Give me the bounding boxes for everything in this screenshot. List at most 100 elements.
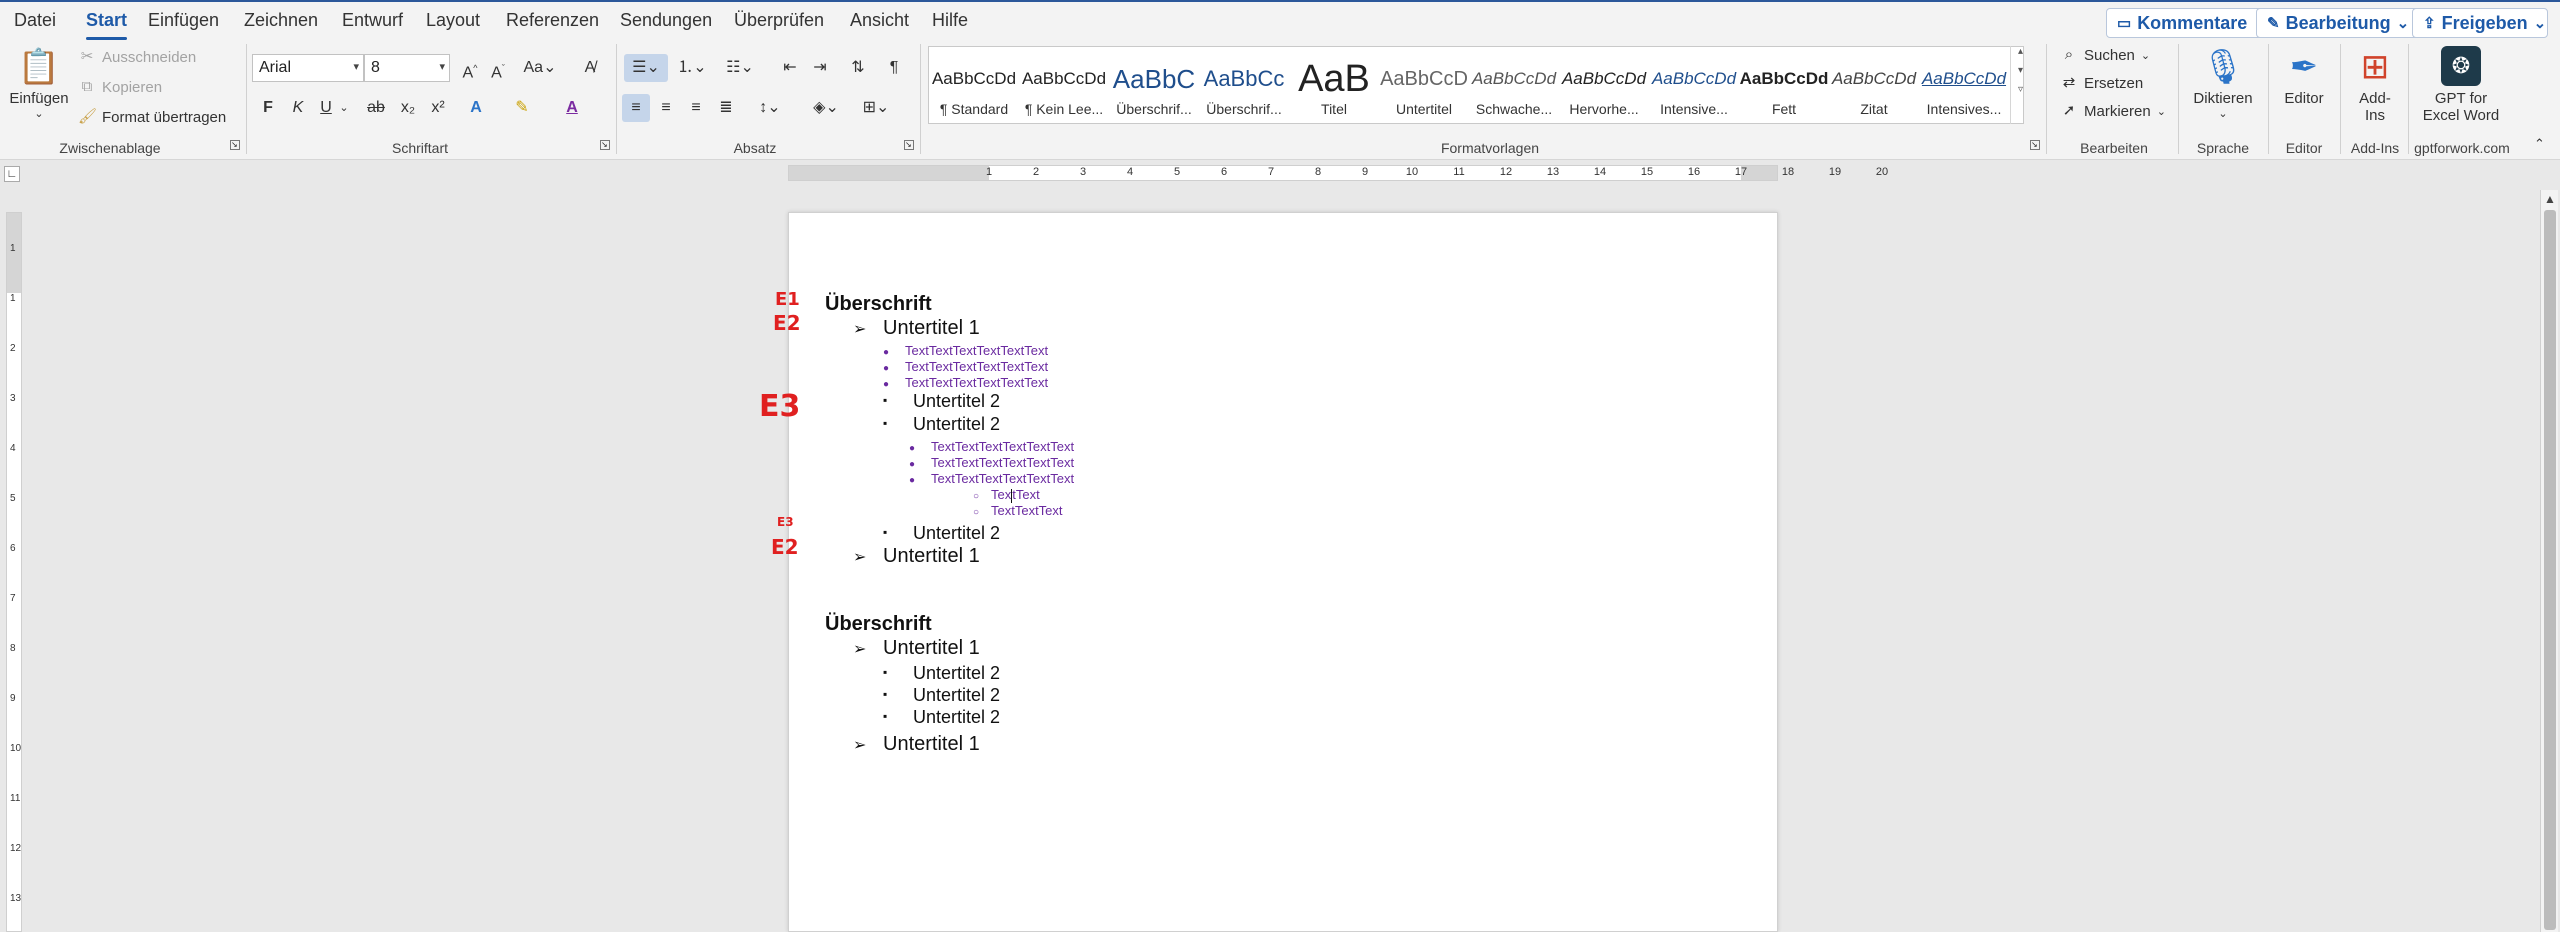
clear-formatting-icon[interactable]: A̸ — [576, 54, 604, 82]
copy-button[interactable]: ⧉ Kopieren — [78, 78, 162, 96]
strikethrough-button[interactable]: ab — [362, 94, 390, 122]
tab-sendungen[interactable]: Sendungen — [620, 10, 712, 31]
annotation-e3-small: E3 — [777, 515, 794, 529]
ruler-number: 8 — [1314, 166, 1322, 178]
comments-button[interactable]: ▭ Kommentare — [2106, 8, 2276, 38]
editing-mode-button[interactable]: ✎ Bearbeitung ⌄ — [2256, 8, 2436, 38]
horizontal-ruler[interactable]: 1 2 3 4 5 6 7 8 9 10 11 12 13 14 15 16 17 18 19 20 — [788, 165, 1888, 181]
dialog-launcher-icon[interactable]: ↘ — [600, 140, 610, 150]
body-text-with-cursor[interactable]: TextText — [991, 487, 1040, 503]
replace-button[interactable]: ⇄ Ersetzen — [2060, 74, 2144, 92]
addins-button[interactable]: ⊞ Add- Ins — [2346, 44, 2404, 124]
body-text: TextTextTextTextTextText — [905, 375, 1049, 390]
subscript-button[interactable]: x₂ — [394, 94, 422, 122]
scroll-up-icon[interactable]: ▲ — [2544, 192, 2556, 206]
square-bullet-icon: ▪ — [883, 393, 888, 407]
style-intensive-hervorhebung[interactable]: AaBbCcDd Intensive... — [1649, 47, 1739, 125]
style-kein-leerraum[interactable]: AaBbCcDd ¶ Kein Lee... — [1019, 47, 1109, 125]
search-icon: ⌕ — [2064, 46, 2074, 63]
document-page[interactable]: E1 E2 E3 E3 E2 Überschrift ➢ Untertitel … — [759, 212, 1778, 932]
justify-icon[interactable]: ≣ — [712, 94, 740, 122]
style-intensives-zitat[interactable]: AaBbCcDd Intensives... — [1919, 47, 2009, 125]
divider — [246, 44, 247, 154]
chevron-up-icon[interactable]: ▴ — [2011, 46, 2030, 57]
align-right-icon[interactable]: ≡ — [682, 94, 710, 122]
tab-start[interactable]: Start — [86, 10, 128, 40]
font-size-field[interactable]: 8 ▾ — [364, 54, 450, 82]
style-titel[interactable]: AaB Titel — [1289, 47, 1379, 125]
dialog-launcher-icon[interactable]: ↘ — [2030, 140, 2040, 150]
expand-gallery-icon[interactable]: ▿ — [2011, 84, 2030, 95]
style-untertitel[interactable]: AaBbCcD Untertitel — [1379, 47, 1469, 125]
paste-button[interactable]: 📋 Einfügen ⌄ — [8, 44, 70, 120]
align-center-icon[interactable]: ≡ — [652, 94, 680, 122]
find-button[interactable]: ⌕ Suchen ⌄ — [2060, 46, 2150, 64]
subtitle-1: Untertitel 1 — [883, 733, 980, 755]
font-color-icon[interactable]: A — [558, 94, 586, 122]
increase-indent-icon[interactable]: ⇥ — [806, 54, 834, 82]
divider — [2268, 44, 2269, 154]
vertical-ruler[interactable]: 1 1 2 3 4 5 6 7 8 9 10 11 12 13 — [6, 212, 22, 932]
align-left-icon[interactable]: ≡ — [622, 94, 650, 122]
format-painter-button[interactable]: 🖌 Format übertragen — [78, 108, 226, 126]
dictate-button[interactable]: 🎙 Diktieren ⌄ — [2184, 44, 2262, 120]
style-schwache-hervorhebung[interactable]: AaBbCcDd Schwache... — [1469, 47, 1559, 125]
style-hervorhebung[interactable]: AaBbCcDd Hervorhe... — [1559, 47, 1649, 125]
decrease-indent-icon[interactable]: ⇤ — [776, 54, 804, 82]
shading-icon[interactable]: ◈⌄ — [806, 94, 846, 122]
style-ueberschrift-1[interactable]: AaBbC Überschrif... — [1109, 47, 1199, 125]
arrow-bullet-icon: ➢ — [853, 549, 867, 566]
bullets-button[interactable]: ☰⌄ — [624, 54, 668, 82]
tab-referenzen[interactable]: Referenzen — [506, 10, 599, 31]
vertical-ruler-number: 10 — [10, 743, 22, 754]
shrink-font-icon[interactable]: Aˇ — [484, 54, 512, 82]
style-standard[interactable]: AaBbCcDd ¶ Standard — [929, 47, 1019, 125]
font-family-field[interactable]: Arial ▾ — [252, 54, 364, 82]
cut-button[interactable]: ✂ Ausschneiden — [78, 48, 197, 66]
numbering-button[interactable]: ⒈⌄ — [672, 54, 712, 82]
tab-zeichnen[interactable]: Zeichnen — [244, 10, 318, 31]
sort-icon[interactable]: ⇅ — [844, 54, 872, 82]
chevron-down-icon: ⌄ — [34, 108, 44, 120]
change-case-button[interactable]: Aa⌄ — [520, 54, 560, 82]
style-zitat[interactable]: AaBbCcDd Zitat — [1829, 47, 1919, 125]
borders-icon[interactable]: ⊞⌄ — [856, 94, 896, 122]
italic-button[interactable]: K — [284, 94, 312, 122]
select-button[interactable]: ➚ Markieren ⌄ — [2060, 102, 2166, 120]
editor-button[interactable]: ✒ Editor — [2272, 44, 2336, 107]
scrollbar-thumb[interactable] — [2544, 210, 2556, 930]
ruler-left-margin — [789, 166, 989, 180]
tab-selector-icon[interactable]: ∟ — [4, 166, 20, 182]
vertical-scrollbar[interactable]: ▲ — [2540, 190, 2558, 932]
tab-layout[interactable]: Layout — [426, 10, 480, 31]
tab-entwurf[interactable]: Entwurf — [342, 10, 403, 31]
chevron-down-icon[interactable]: ⌄ — [336, 94, 352, 122]
text-effects-icon[interactable]: A — [462, 94, 490, 122]
collapse-ribbon-icon[interactable]: ⌃ — [2534, 136, 2545, 152]
editor-pen-icon: ✒ — [2289, 48, 2319, 86]
dialog-launcher-icon[interactable]: ↘ — [904, 140, 914, 150]
tab-einfuegen[interactable]: Einfügen — [148, 10, 219, 31]
bold-button[interactable]: F — [254, 94, 282, 122]
divider — [920, 44, 921, 154]
chevron-down-icon[interactable]: ▾ — [2011, 65, 2030, 76]
share-button[interactable]: ⇪ Freigeben ⌄ — [2412, 8, 2548, 38]
pilcrow-button[interactable]: ¶ — [880, 54, 908, 82]
gpt-for-excel-word-button[interactable]: ❂ GPT for Excel Word — [2414, 44, 2508, 124]
tab-datei[interactable]: Datei — [14, 10, 56, 31]
style-fett[interactable]: AaBbCcDd Fett — [1739, 47, 1829, 125]
body-text: TextTextTextTextTextText — [931, 439, 1075, 454]
tab-hilfe[interactable]: Hilfe — [932, 10, 968, 31]
clipboard-icon: 📋 — [17, 48, 61, 86]
dialog-launcher-icon[interactable]: ↘ — [230, 140, 240, 150]
tab-ueberpruefen[interactable]: Überprüfen — [734, 10, 824, 31]
gallery-scroll[interactable]: ▴ ▾ ▿ — [2010, 46, 2030, 124]
highlight-icon[interactable]: ✎ — [508, 94, 536, 122]
subtitle-2: Untertitel 2 — [913, 523, 1001, 543]
grow-font-icon[interactable]: A^ — [456, 54, 484, 82]
multilevel-list-button[interactable]: ☷⌄ — [720, 54, 760, 82]
tab-ansicht[interactable]: Ansicht — [850, 10, 909, 31]
superscript-button[interactable]: x² — [424, 94, 452, 122]
style-ueberschrift-2[interactable]: AaBbCc Überschrif... — [1199, 47, 1289, 125]
line-spacing-icon[interactable]: ↕⌄ — [750, 94, 790, 122]
